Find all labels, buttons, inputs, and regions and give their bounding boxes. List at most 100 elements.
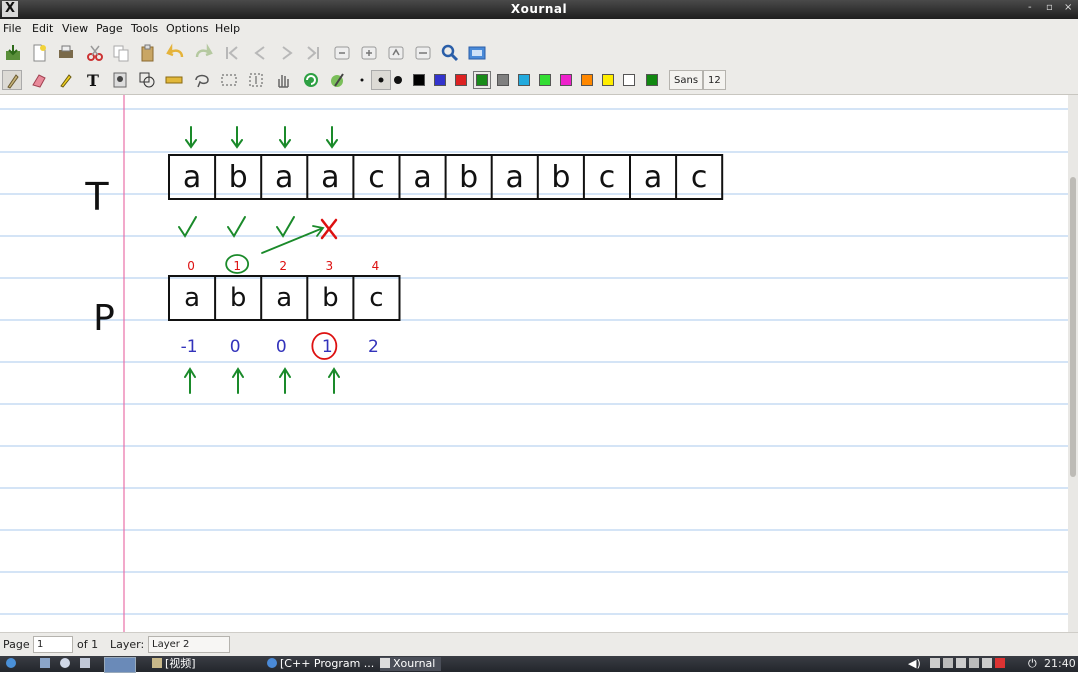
search-icon[interactable]: [440, 43, 460, 63]
color-swatch-9[interactable]: [602, 74, 614, 86]
workspace-switcher[interactable]: [104, 657, 136, 673]
shift-arrow: [261, 225, 325, 254]
thick-stroke-icon[interactable]: [388, 70, 408, 90]
up-arrow: [232, 367, 244, 394]
power-icon[interactable]: ⏻: [1028, 657, 1037, 671]
rect-select-icon[interactable]: [219, 70, 239, 90]
text-char: b: [551, 160, 570, 195]
color-swatch-0[interactable]: [413, 74, 425, 86]
drawing-canvas[interactable]: Ta b a a c a b a b c a c 0 1 2 3 4 Pa b a b c -1 0 0 1 2: [0, 95, 1068, 632]
color-swatch-1[interactable]: [434, 74, 446, 86]
menu-options[interactable]: Options: [166, 22, 208, 35]
highlighter-icon[interactable]: [56, 70, 76, 90]
shape-recognizer-icon[interactable]: [137, 70, 157, 90]
text-label-T: T: [84, 175, 109, 219]
close-button[interactable]: ×: [1064, 2, 1072, 13]
undo-icon[interactable]: [166, 43, 186, 63]
last-page-icon[interactable]: [303, 43, 323, 63]
pen-icon[interactable]: [2, 70, 22, 90]
tray-icons[interactable]: [930, 657, 1008, 671]
page-number-spinner[interactable]: 1: [33, 636, 73, 653]
first-page-icon[interactable]: [222, 43, 242, 63]
lasso-select-icon[interactable]: [192, 70, 212, 90]
vertical-space-icon[interactable]: [246, 70, 266, 90]
vertical-scrollbar[interactable]: [1068, 95, 1078, 632]
menu-edit[interactable]: Edit: [32, 22, 53, 35]
menu-view[interactable]: View: [62, 22, 88, 35]
text-char: a: [644, 160, 662, 195]
color-swatch-5[interactable]: [518, 74, 530, 86]
pattern-index: 2: [279, 259, 287, 273]
pattern-char: c: [369, 283, 383, 313]
check-mark: [178, 216, 197, 238]
tools-toolbar: T Sans 12: [0, 67, 1078, 95]
color-swatch-7[interactable]: [560, 74, 572, 86]
pattern-char: b: [322, 283, 339, 313]
new-page-icon[interactable]: [29, 43, 49, 63]
color-swatch-3[interactable]: [473, 71, 491, 89]
pattern-index: 0: [187, 259, 195, 273]
color-swatch-6[interactable]: [539, 74, 551, 86]
text-tool-icon[interactable]: T: [83, 70, 103, 90]
maximize-button[interactable]: ▫: [1046, 2, 1053, 13]
clock: 21:40: [1044, 657, 1076, 670]
files-launcher-icon[interactable]: [80, 657, 93, 671]
browser-launcher-icon[interactable]: [60, 657, 73, 671]
layer-select[interactable]: Layer 2: [148, 636, 230, 653]
copy-icon[interactable]: [111, 43, 131, 63]
page-width-icon[interactable]: [413, 43, 433, 63]
menu-page[interactable]: Page: [96, 22, 123, 35]
taskbar-browser-item[interactable]: [C++ Program ...: [267, 657, 374, 671]
pattern-index: 3: [326, 259, 334, 273]
menu-help[interactable]: Help: [215, 22, 240, 35]
cut-icon[interactable]: [85, 43, 105, 63]
default-tool-icon[interactable]: [301, 70, 321, 90]
scrollbar-thumb[interactable]: [1070, 177, 1076, 477]
fullscreen-icon[interactable]: [467, 43, 487, 63]
zoom-normal-icon[interactable]: [386, 43, 406, 63]
text-char: a: [413, 160, 431, 195]
save-icon[interactable]: [3, 43, 23, 63]
page-count-label: of 1: [77, 638, 99, 651]
menu-file[interactable]: File: [3, 22, 21, 35]
start-menu-icon[interactable]: [6, 657, 19, 671]
system-taskbar: [视频] [C++ Program ... Xournal ◀) ⏻ 21:40: [0, 656, 1078, 673]
ruler-icon[interactable]: [164, 70, 184, 90]
minimize-button[interactable]: -: [1028, 2, 1032, 13]
hand-tool-icon[interactable]: [273, 70, 293, 90]
desktop-icon[interactable]: [40, 657, 53, 671]
image-tool-icon[interactable]: [110, 70, 130, 90]
zoom-in-icon[interactable]: [359, 43, 379, 63]
eraser-icon[interactable]: [29, 70, 49, 90]
print-icon[interactable]: [56, 43, 76, 63]
text-char: c: [691, 160, 708, 195]
menu-bar: File Edit View Page Tools Options Help: [0, 19, 1078, 39]
color-swatch-10[interactable]: [623, 74, 635, 86]
taskbar-browser-label: [C++ Program ...: [280, 657, 375, 670]
font-size-button[interactable]: 12: [703, 70, 726, 90]
paste-icon[interactable]: [138, 43, 158, 63]
previous-page-icon[interactable]: [250, 43, 270, 63]
next-value: -1: [181, 337, 198, 357]
thin-stroke-icon[interactable]: [352, 70, 372, 90]
taskbar-folder-item[interactable]: [视频]: [152, 657, 196, 671]
color-swatch-11[interactable]: [646, 74, 658, 86]
color-swatch-4[interactable]: [497, 74, 509, 86]
menu-tools[interactable]: Tools: [131, 22, 158, 35]
default-pen-icon[interactable]: [328, 70, 348, 90]
text-char: a: [275, 160, 293, 195]
font-name-button[interactable]: Sans: [669, 70, 704, 90]
up-arrow: [328, 367, 340, 394]
down-arrow: [326, 126, 338, 149]
zoom-out-icon[interactable]: [332, 43, 352, 63]
color-swatch-8[interactable]: [581, 74, 593, 86]
check-mark: [227, 216, 246, 238]
page-label: Page: [3, 638, 30, 651]
volume-icon[interactable]: ◀): [908, 657, 921, 671]
taskbar-xournal-item[interactable]: Xournal: [380, 657, 442, 671]
redo-icon[interactable]: [193, 43, 213, 63]
color-swatch-2[interactable]: [455, 74, 467, 86]
down-arrow: [231, 126, 243, 149]
next-page-icon[interactable]: [277, 43, 297, 63]
down-arrow: [185, 126, 197, 149]
